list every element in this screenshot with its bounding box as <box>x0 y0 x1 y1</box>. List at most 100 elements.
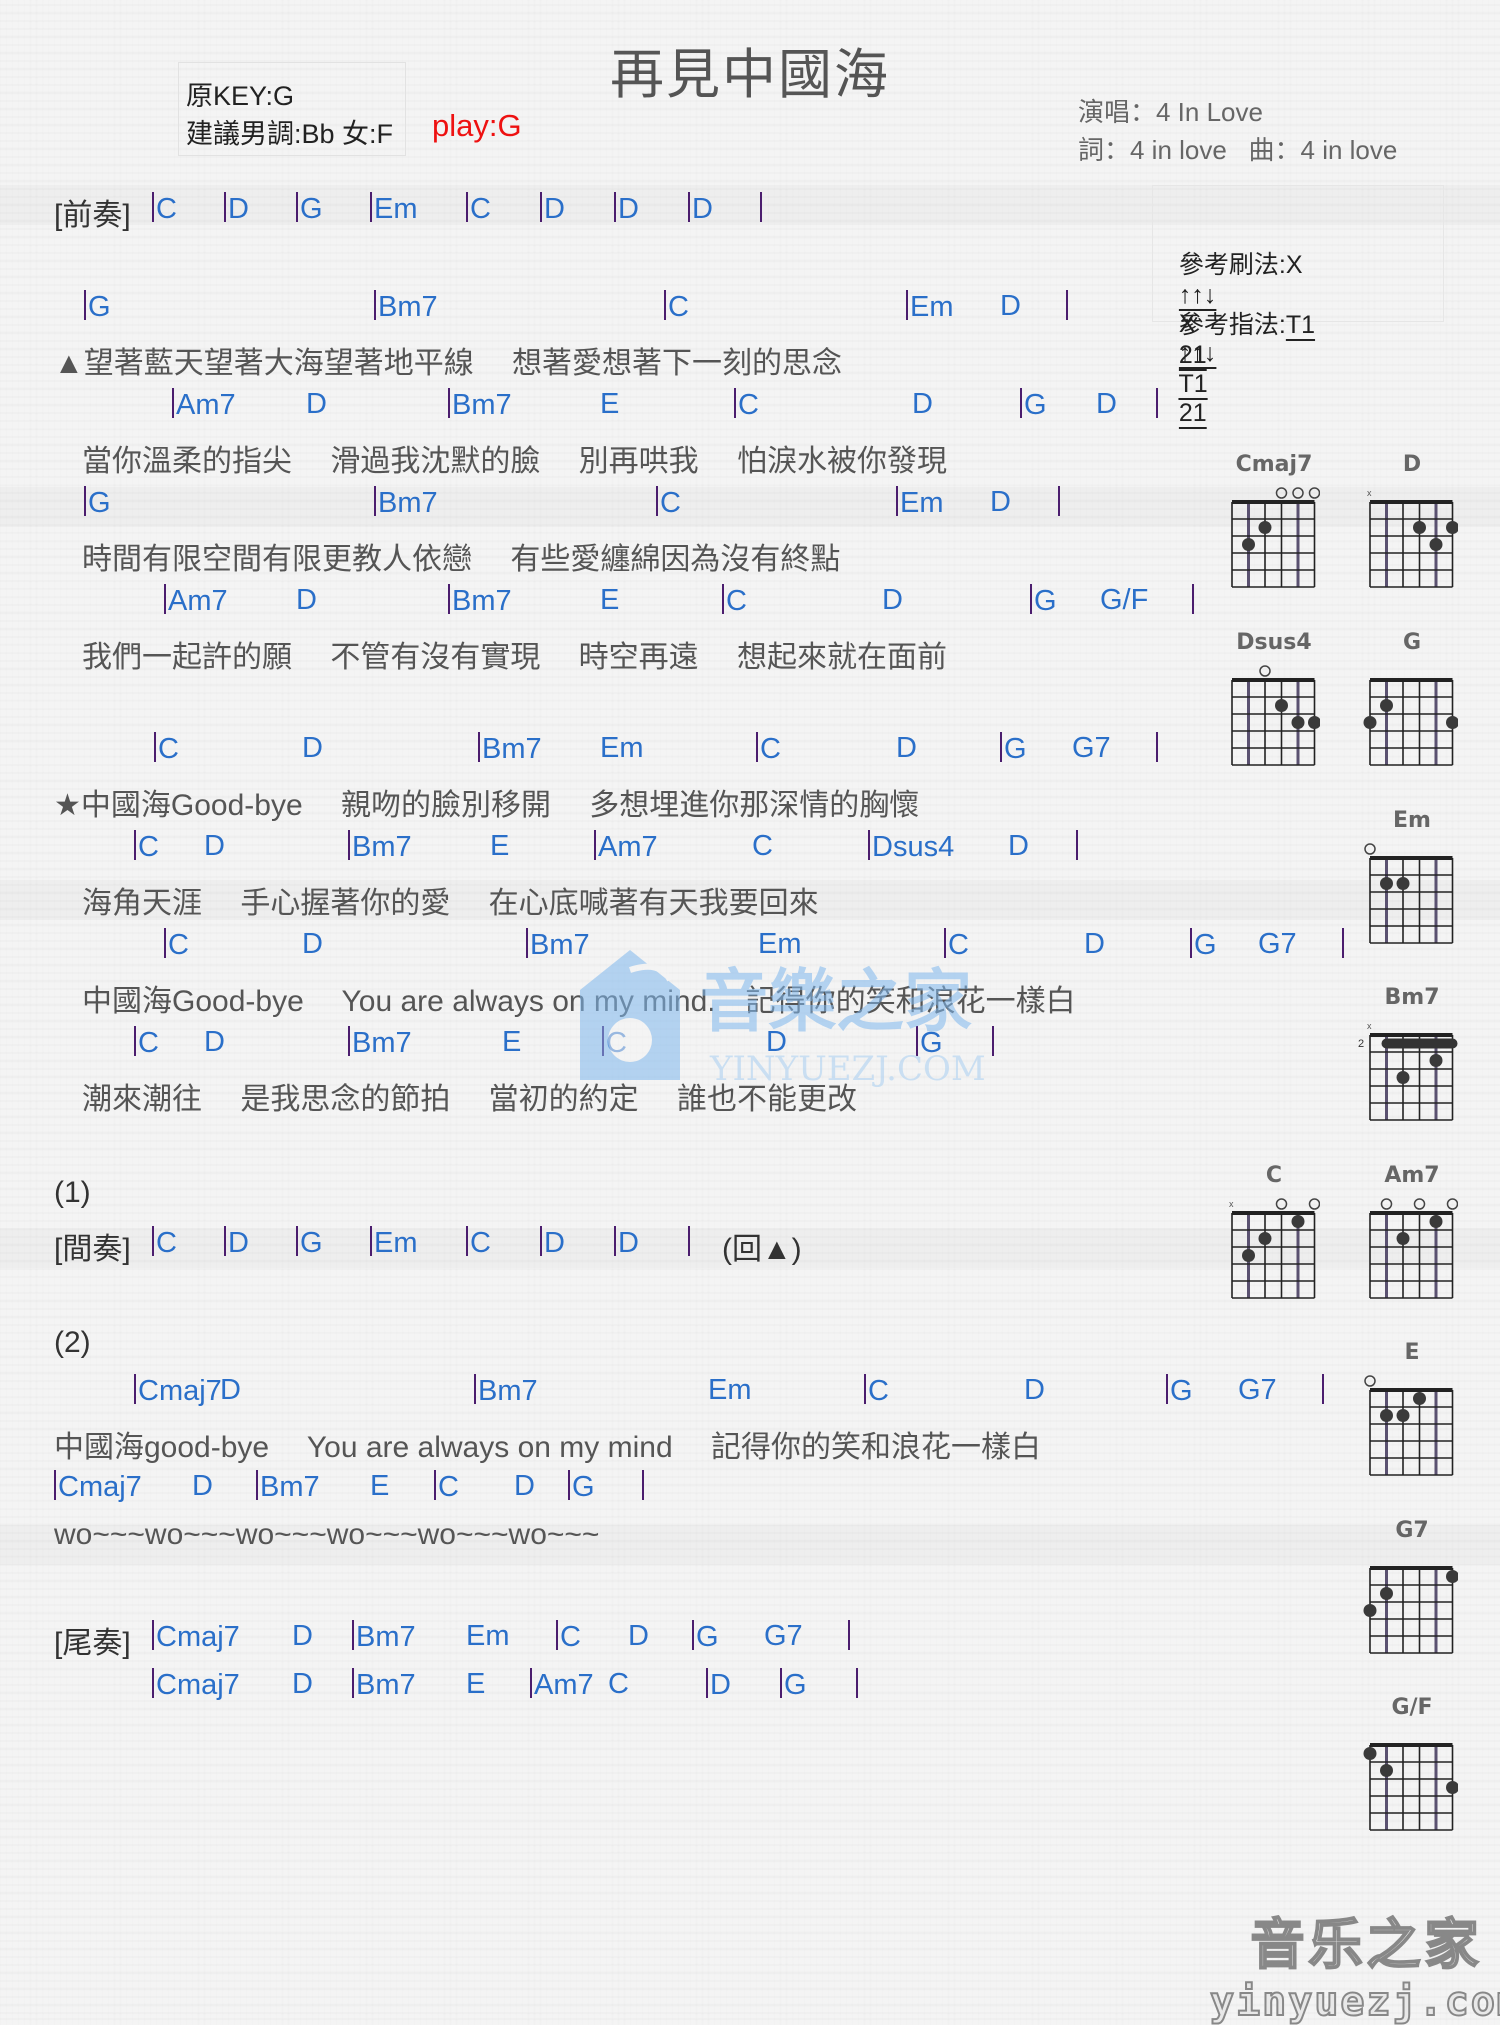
chord-name[interactable]: Dsus4 <box>872 831 954 863</box>
chord-name[interactable]: D <box>514 1470 535 1502</box>
chord-name[interactable]: C <box>868 1375 889 1407</box>
chord-diagram[interactable] <box>1358 1546 1458 1666</box>
chord-name[interactable]: Em <box>374 1227 418 1259</box>
chord-name[interactable]: D <box>1024 1374 1045 1406</box>
chord-name[interactable]: Cmaj7 <box>58 1471 142 1503</box>
chord-name[interactable]: Bm7 <box>356 1621 416 1653</box>
chord-name[interactable]: Bm7 <box>378 487 438 519</box>
chord-name[interactable]: D <box>710 1669 731 1701</box>
chord-name[interactable]: G <box>1004 733 1027 765</box>
chord-name[interactable]: G <box>784 1669 807 1701</box>
chord-name[interactable]: D <box>204 1026 225 1058</box>
chord-name[interactable]: D <box>990 486 1011 518</box>
chord-name[interactable]: Bm7 <box>356 1669 416 1701</box>
chord-name[interactable]: D <box>896 732 917 764</box>
chord-name[interactable]: G <box>572 1471 595 1503</box>
chord-name[interactable]: Bm7 <box>478 1375 538 1407</box>
chord-name[interactable]: G/F <box>1100 584 1148 616</box>
chord-name[interactable]: D <box>692 193 713 225</box>
chord-name[interactable]: Am7 <box>598 831 658 863</box>
chord-name[interactable]: D <box>1096 388 1117 420</box>
chord-name[interactable]: G <box>300 193 323 225</box>
chord-name[interactable]: D <box>220 1374 241 1406</box>
chord-name[interactable]: D <box>302 732 323 764</box>
chord-name[interactable]: G7 <box>764 1620 803 1652</box>
chord-name[interactable]: G <box>88 291 111 323</box>
chord-name[interactable]: C <box>156 193 177 225</box>
chord-name[interactable]: C <box>738 389 759 421</box>
chord-name[interactable]: Bm7 <box>452 389 512 421</box>
chord-name[interactable]: Cmaj7 <box>156 1669 240 1701</box>
chord-name[interactable]: Bm7 <box>352 1027 412 1059</box>
chord-name[interactable]: D <box>302 928 323 960</box>
chord-name[interactable]: D <box>192 1470 213 1502</box>
chord-name[interactable]: G <box>88 487 111 519</box>
chord-name[interactable]: Am7 <box>168 585 228 617</box>
chord-name[interactable]: C <box>660 487 681 519</box>
chord-name[interactable]: Em <box>374 193 418 225</box>
chord-name[interactable]: C <box>760 733 781 765</box>
chord-name[interactable]: D <box>292 1620 313 1652</box>
chord-name[interactable]: G <box>1024 389 1047 421</box>
chord-diagram[interactable] <box>1220 658 1320 778</box>
chord-name[interactable]: C <box>156 1227 177 1259</box>
chord-diagram[interactable] <box>1358 836 1458 956</box>
chord-diagram[interactable] <box>1358 1368 1458 1488</box>
chord-name[interactable]: C <box>158 733 179 765</box>
chord-name[interactable]: Em <box>466 1620 510 1652</box>
chord-name[interactable]: G7 <box>1072 732 1111 764</box>
chord-name[interactable]: D <box>544 1227 565 1259</box>
chord-name[interactable]: C <box>470 1227 491 1259</box>
chord-name[interactable]: Am7 <box>176 389 236 421</box>
chord-name[interactable]: C <box>560 1621 581 1653</box>
chord-name[interactable]: C <box>168 929 189 961</box>
chord-name[interactable]: G <box>300 1227 323 1259</box>
chord-name[interactable]: C <box>470 193 491 225</box>
chord-name[interactable]: Bm7 <box>452 585 512 617</box>
chord-name[interactable]: Bm7 <box>482 733 542 765</box>
chord-name[interactable]: Bm7 <box>260 1471 320 1503</box>
chord-name[interactable]: D <box>228 1227 249 1259</box>
chord-name[interactable]: G <box>1170 1375 1193 1407</box>
chord-name[interactable]: G7 <box>1238 1374 1277 1406</box>
chord-name[interactable]: D <box>618 1227 639 1259</box>
chord-name[interactable]: C <box>752 830 773 862</box>
chord-diagram[interactable]: x <box>1358 480 1458 600</box>
chord-name[interactable]: C <box>138 831 159 863</box>
chord-name[interactable]: G <box>696 1621 719 1653</box>
chord-name[interactable]: D <box>292 1668 313 1700</box>
chord-name[interactable]: D <box>306 388 327 420</box>
chord-name[interactable]: E <box>600 584 619 616</box>
chord-name[interactable]: E <box>466 1668 485 1700</box>
chord-name[interactable]: C <box>608 1668 629 1700</box>
chord-name[interactable]: C <box>726 585 747 617</box>
chord-name[interactable]: C <box>138 1027 159 1059</box>
chord-name[interactable]: D <box>296 584 317 616</box>
chord-name[interactable]: Em <box>708 1374 752 1406</box>
chord-name[interactable]: D <box>1008 830 1029 862</box>
chord-name[interactable]: C <box>438 1471 459 1503</box>
chord-name[interactable]: Em <box>900 487 944 519</box>
chord-diagram[interactable] <box>1358 658 1458 778</box>
chord-diagram[interactable]: x2 <box>1358 1013 1458 1133</box>
chord-name[interactable]: D <box>1000 290 1021 322</box>
chord-name[interactable]: D <box>1084 928 1105 960</box>
chord-name[interactable]: C <box>668 291 689 323</box>
chord-diagram[interactable] <box>1358 1191 1458 1311</box>
chord-name[interactable]: E <box>502 1026 521 1058</box>
chord-name[interactable]: E <box>600 388 619 420</box>
chord-name[interactable]: D <box>628 1620 649 1652</box>
chord-name[interactable]: Cmaj7 <box>156 1621 240 1653</box>
chord-name[interactable]: D <box>544 193 565 225</box>
chord-name[interactable]: G <box>1194 929 1217 961</box>
chord-name[interactable]: D <box>228 193 249 225</box>
chord-name[interactable]: Bm7 <box>378 291 438 323</box>
chord-name[interactable]: Em <box>910 291 954 323</box>
chord-name[interactable]: E <box>370 1470 389 1502</box>
chord-name[interactable]: E <box>490 830 509 862</box>
chord-name[interactable]: D <box>618 193 639 225</box>
chord-name[interactable]: D <box>882 584 903 616</box>
chord-diagram[interactable]: x <box>1220 1191 1320 1311</box>
chord-name[interactable]: Am7 <box>534 1669 594 1701</box>
chord-name[interactable]: D <box>912 388 933 420</box>
